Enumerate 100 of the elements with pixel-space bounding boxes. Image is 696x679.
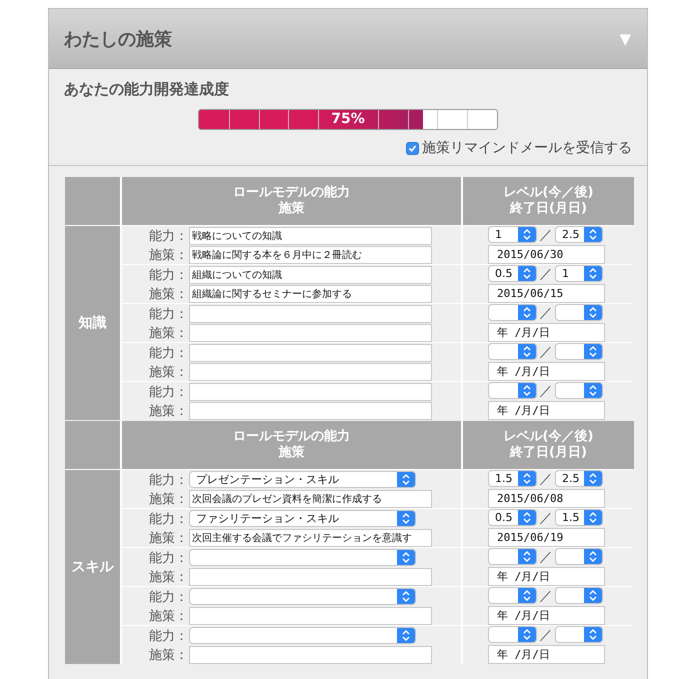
category-cell: スキル bbox=[65, 470, 120, 664]
panel-title: わたしの施策 bbox=[64, 28, 172, 50]
chevron-updown-icon bbox=[518, 305, 536, 320]
level-separator: ／ bbox=[538, 266, 554, 282]
level-separator: ／ bbox=[538, 548, 554, 566]
policy-field[interactable]: 次回主催する会議でファシリテーションを意識す bbox=[189, 528, 432, 546]
ability-label: 能力： bbox=[148, 510, 189, 528]
policy-label: 施策： bbox=[148, 568, 189, 586]
date-field[interactable]: 2015/06/30 bbox=[488, 245, 605, 264]
policy-field[interactable]: 次回会議のプレゼン資料を簡潔に作成する bbox=[189, 490, 432, 508]
header-cell: ロールモデルの能力 施策 bbox=[122, 177, 461, 225]
ability-label: 能力： bbox=[148, 344, 189, 362]
chevron-updown-icon bbox=[518, 510, 536, 525]
reminder-checkbox[interactable] bbox=[406, 142, 419, 154]
level-select[interactable] bbox=[488, 587, 537, 604]
policy-label: 施策： bbox=[148, 324, 189, 342]
ability-label: 能力： bbox=[148, 228, 189, 244]
ability-label: 能力： bbox=[148, 550, 189, 566]
date-field[interactable]: 年 /月/日 bbox=[488, 401, 605, 420]
ability-field[interactable] bbox=[189, 344, 432, 362]
level-separator: ／ bbox=[538, 382, 554, 400]
date-field[interactable]: 2015/06/19 bbox=[488, 528, 605, 547]
date-field[interactable]: 年 /月/日 bbox=[488, 323, 605, 342]
header-cell bbox=[65, 421, 120, 469]
level-separator: ／ bbox=[538, 588, 554, 604]
level-select[interactable]: 2.5 bbox=[555, 226, 603, 243]
chevron-updown-icon bbox=[584, 227, 602, 242]
policy-field[interactable] bbox=[189, 402, 432, 420]
chevron-updown-icon bbox=[584, 627, 602, 642]
ability-label: 能力： bbox=[148, 472, 189, 488]
chevron-updown-icon bbox=[518, 627, 536, 642]
level-select[interactable] bbox=[555, 548, 603, 565]
level-separator: ／ bbox=[538, 304, 554, 322]
chevron-updown-icon bbox=[518, 266, 536, 281]
level-select[interactable] bbox=[488, 343, 537, 360]
policy-field[interactable] bbox=[189, 362, 432, 380]
ability-label: 能力： bbox=[148, 588, 189, 606]
chevron-updown-icon bbox=[518, 471, 536, 486]
ability-label: 能力： bbox=[148, 628, 189, 644]
level-select[interactable] bbox=[555, 382, 603, 399]
date-field[interactable]: 年 /月/日 bbox=[488, 606, 605, 625]
ability-field[interactable] bbox=[189, 382, 432, 400]
level-separator: ／ bbox=[538, 226, 554, 244]
ability-select[interactable] bbox=[189, 588, 416, 605]
policy-field[interactable] bbox=[189, 646, 432, 664]
date-field[interactable]: 年 /月/日 bbox=[488, 362, 605, 381]
ability-label: 能力： bbox=[148, 306, 189, 322]
ability-select[interactable]: ファシリテーション・スキル bbox=[189, 510, 416, 527]
chevron-updown-icon bbox=[397, 589, 415, 604]
ability-select[interactable] bbox=[189, 627, 416, 644]
level-select[interactable] bbox=[555, 626, 603, 643]
level-select[interactable]: 1 bbox=[555, 265, 603, 282]
ability-label: 能力： bbox=[148, 266, 189, 284]
level-select[interactable]: 1 bbox=[488, 226, 537, 243]
level-separator: ／ bbox=[538, 510, 554, 526]
date-field[interactable]: 年 /月/日 bbox=[488, 567, 605, 586]
level-select[interactable] bbox=[555, 304, 603, 321]
chevron-updown-icon bbox=[518, 227, 536, 242]
policy-label: 施策： bbox=[148, 286, 189, 302]
policy-field[interactable]: 戦略論に関する本を６月中に２冊読む bbox=[189, 246, 432, 264]
chevron-updown-icon bbox=[518, 383, 536, 398]
level-select[interactable]: 0.5 bbox=[488, 509, 537, 526]
level-separator: ／ bbox=[538, 626, 554, 644]
ability-select[interactable] bbox=[189, 549, 416, 566]
level-select[interactable] bbox=[488, 626, 537, 643]
header-cell: レベル(今／後) 終了日(月日) bbox=[463, 421, 634, 469]
ability-field[interactable] bbox=[189, 304, 432, 322]
chevron-updown-icon bbox=[584, 344, 602, 359]
chevron-updown-icon bbox=[584, 549, 602, 564]
date-field[interactable]: 年 /月/日 bbox=[488, 645, 605, 664]
chevron-updown-icon bbox=[584, 383, 602, 398]
ability-field[interactable]: 戦略についての知識 bbox=[189, 226, 432, 244]
level-select[interactable] bbox=[488, 548, 537, 565]
policy-field[interactable] bbox=[189, 568, 432, 586]
level-select[interactable] bbox=[555, 343, 603, 360]
policy-field[interactable] bbox=[189, 606, 432, 624]
policy-label: 施策： bbox=[148, 608, 189, 624]
policy-label: 施策： bbox=[148, 246, 189, 264]
header-cell: ロールモデルの能力 施策 bbox=[122, 421, 461, 469]
policy-label: 施策： bbox=[148, 364, 189, 380]
level-select[interactable] bbox=[488, 382, 537, 399]
level-select[interactable]: 1.5 bbox=[488, 470, 537, 487]
level-select[interactable]: 0.5 bbox=[488, 265, 537, 282]
level-separator: ／ bbox=[538, 470, 554, 488]
policy-field[interactable] bbox=[189, 324, 432, 342]
level-select[interactable]: 2.5 bbox=[555, 470, 603, 487]
level-select[interactable] bbox=[555, 587, 603, 604]
chevron-updown-icon bbox=[518, 588, 536, 603]
chevron-updown-icon bbox=[584, 471, 602, 486]
ability-label: 能力： bbox=[148, 384, 189, 400]
date-field[interactable]: 2015/06/15 bbox=[488, 284, 605, 303]
header-cell: レベル(今／後) 終了日(月日) bbox=[463, 177, 634, 225]
ability-field[interactable]: 組織についての知識 bbox=[189, 266, 432, 284]
level-select[interactable]: 1.5 bbox=[555, 509, 603, 526]
date-field[interactable]: 2015/06/08 bbox=[488, 489, 605, 508]
ability-select[interactable]: プレゼンテーション・スキル bbox=[189, 471, 416, 488]
level-select[interactable] bbox=[488, 304, 537, 321]
policy-field[interactable]: 組織論に関するセミナーに参加する bbox=[189, 284, 432, 302]
header-cell bbox=[65, 177, 120, 225]
chevron-updown-icon bbox=[584, 305, 602, 320]
